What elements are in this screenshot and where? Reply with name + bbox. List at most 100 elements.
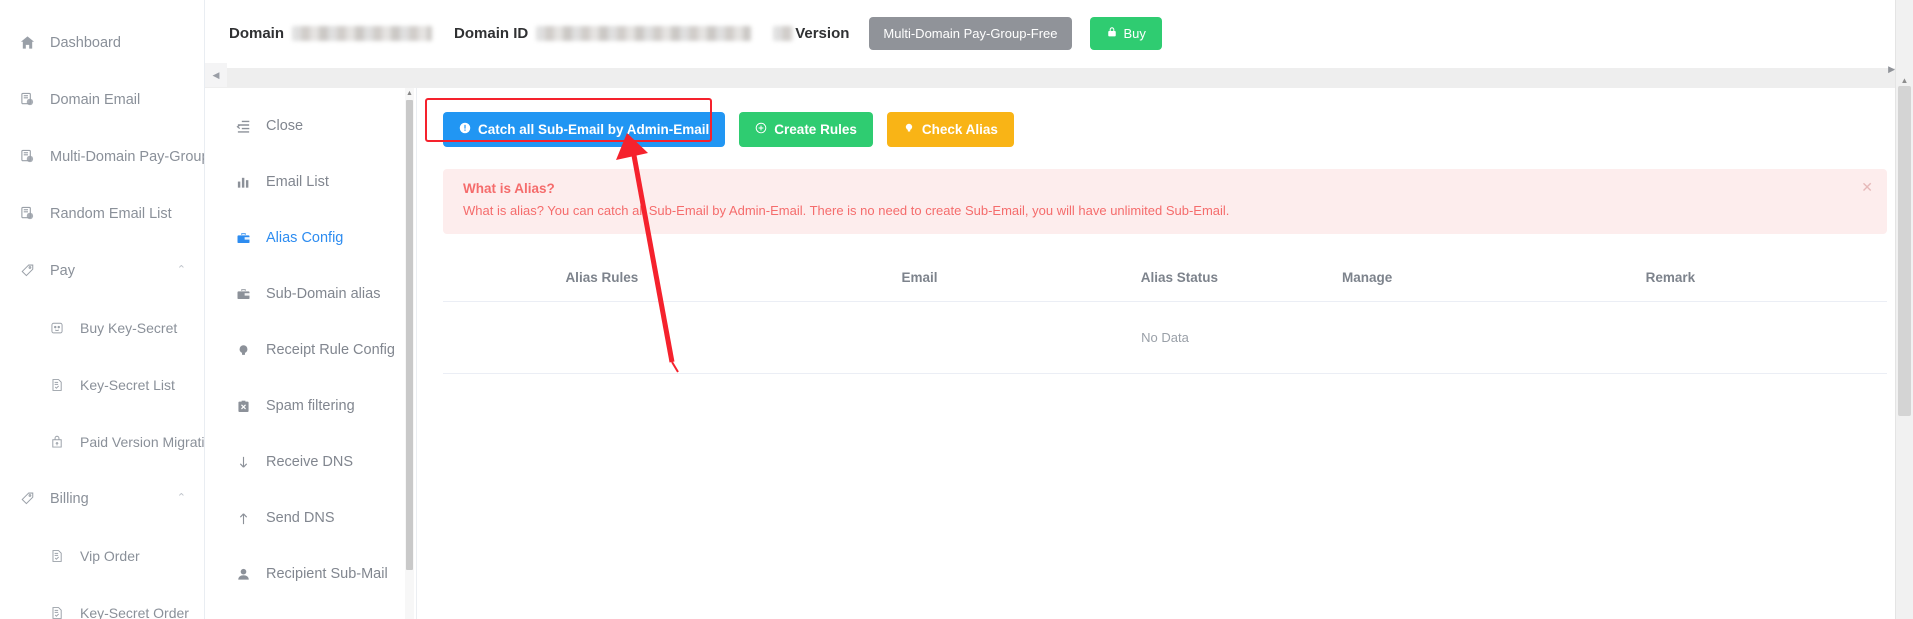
sidebar-item-multi-domain-pay-group[interactable]: Multi-Domain Pay-Group xyxy=(0,128,204,185)
submenu-item-sub-domain-alias[interactable]: Sub-Domain alias xyxy=(205,266,416,322)
lock-icon xyxy=(1106,26,1118,41)
document-check-icon xyxy=(46,378,68,392)
catch-all-sub-email-button[interactable]: Catch all Sub-Email by Admin-Email xyxy=(443,112,726,147)
no-data-text: No Data xyxy=(443,301,1887,374)
submenu-item-label: Receipt Rule Config xyxy=(266,342,395,358)
document-check-icon xyxy=(46,549,68,563)
table-body: No Data xyxy=(443,301,1887,374)
sidebar-item-label: Domain Email xyxy=(50,91,141,108)
buy-button[interactable]: Buy xyxy=(1089,17,1162,50)
document-check-icon xyxy=(46,606,68,619)
secondary-sidebar: Close Email List Alias Config Sub-Domain… xyxy=(205,88,417,619)
sidebar-item-label: Paid Version Migration xyxy=(80,433,205,450)
sidebar-item-label: Key-Secret List xyxy=(80,376,175,393)
app-root: Dashboard Domain Email Multi-Domain Pay-… xyxy=(0,0,1913,619)
submenu-item-label: Receive DNS xyxy=(266,454,354,470)
arrow-up-icon xyxy=(233,511,253,526)
submenu-item-label: Spam filtering xyxy=(266,398,355,414)
catch-all-sub-email-label: Catch all Sub-Email by Admin-Email xyxy=(478,121,710,137)
domain-email-icon xyxy=(16,92,38,107)
table-header-row: Alias Rules Email Alias Status Manage Re… xyxy=(443,259,1887,302)
sidebar-item-vip-order[interactable]: Vip Order xyxy=(0,527,204,584)
sidebar-item-label: Buy Key-Secret xyxy=(80,319,178,336)
submenu-item-label: Recipient Sub-Mail xyxy=(266,566,388,582)
sidebar-item-key-secret-order[interactable]: Key-Secret Order xyxy=(0,584,204,619)
sidebar-group-pay[interactable]: Pay ⌃ xyxy=(0,242,204,299)
alias-table: Alias Rules Email Alias Status Manage Re… xyxy=(443,259,1887,374)
domain-label: Domain xyxy=(229,25,285,42)
right-pane: Domain Domain ID Version Multi-Domain Pa… xyxy=(205,0,1913,619)
page-scrollbar[interactable]: ▲ xyxy=(1895,0,1913,619)
column-header-alias-rules: Alias Rules xyxy=(443,259,761,302)
submenu-item-email-list[interactable]: Email List xyxy=(205,154,416,210)
tag-icon xyxy=(16,263,38,278)
sidebar-item-label: Billing xyxy=(50,490,89,507)
sidebar-item-dashboard[interactable]: Dashboard xyxy=(0,14,204,71)
exclamation-circle-icon xyxy=(459,122,471,137)
domain-value-redacted xyxy=(292,26,433,41)
submenu-item-alias-config[interactable]: Alias Config xyxy=(205,210,416,266)
submenu-item-label: Send DNS xyxy=(266,510,335,526)
submenu-item-label: Email List xyxy=(266,174,329,190)
check-alias-label: Check Alias xyxy=(921,121,998,137)
column-header-manage: Manage xyxy=(1280,259,1454,302)
column-header-remark: Remark xyxy=(1453,259,1887,302)
submenu-item-send-dns[interactable]: Send DNS xyxy=(205,490,416,546)
sidebar-item-random-email-list[interactable]: Random Email List xyxy=(0,185,204,242)
bag-upload-icon xyxy=(46,435,68,449)
scroll-up-icon[interactable]: ▲ xyxy=(1896,76,1913,85)
alert-title: What is Alias? xyxy=(463,180,555,196)
version-label-redacted xyxy=(773,26,794,41)
sidebar-item-buy-key-secret[interactable]: Buy Key-Secret xyxy=(0,299,204,356)
bulb-icon xyxy=(903,122,915,137)
chevron-up-icon: ⌃ xyxy=(176,492,186,504)
sidebar-group-billing[interactable]: Billing ⌃ xyxy=(0,470,204,527)
topbar: Domain Domain ID Version Multi-Domain Pa… xyxy=(205,0,1913,68)
header-divider-strip xyxy=(205,68,1913,88)
user-icon xyxy=(233,567,253,582)
submenu-item-receive-dns[interactable]: Receive DNS xyxy=(205,434,416,490)
scroll-up-icon[interactable]: ▲ xyxy=(405,90,414,98)
chevron-up-icon: ⌃ xyxy=(176,264,186,276)
submenu-item-recipient-sub-mail[interactable]: Recipient Sub-Mail xyxy=(205,546,416,602)
what-is-alias-alert: What is Alias? What is alias? You can ca… xyxy=(443,168,1887,234)
domain-id-label: Domain ID xyxy=(454,25,529,42)
main-content: Catch all Sub-Email by Admin-Email Creat… xyxy=(417,88,1913,619)
submenu-item-label: Alias Config xyxy=(266,230,344,246)
sidebar-item-label: Vip Order xyxy=(80,547,140,564)
submenu-item-receipt-rule-config[interactable]: Receipt Rule Config xyxy=(205,322,416,378)
collapse-left-icon: ◀ xyxy=(212,69,220,80)
column-header-email: Email xyxy=(760,259,1079,302)
action-toolbar: Catch all Sub-Email by Admin-Email Creat… xyxy=(443,112,1887,147)
check-alias-button[interactable]: Check Alias xyxy=(886,112,1014,147)
briefcase-icon xyxy=(233,287,253,302)
primary-sidebar: Dashboard Domain Email Multi-Domain Pay-… xyxy=(0,0,205,619)
version-badge: Multi-Domain Pay-Group-Free xyxy=(869,17,1072,50)
bar-chart-icon xyxy=(233,175,253,190)
domain-email-icon xyxy=(16,206,38,221)
briefcase-icon xyxy=(233,231,253,246)
domain-email-icon xyxy=(16,149,38,164)
page-scrollbar-thumb[interactable] xyxy=(1898,86,1911,416)
sidebar-item-domain-email[interactable]: Domain Email xyxy=(0,71,204,128)
sidebar-item-label: Multi-Domain Pay-Group xyxy=(50,148,205,165)
sidebar-collapse-handle[interactable]: ◀ xyxy=(205,63,227,87)
arrow-down-icon xyxy=(233,455,253,470)
sidebar-item-label: Random Email List xyxy=(50,205,172,222)
scrollbar-thumb[interactable] xyxy=(406,100,413,570)
close-icon[interactable]: ✕ xyxy=(1861,180,1873,194)
column-header-alias-status: Alias Status xyxy=(1078,259,1281,302)
submenu-item-spam-filtering[interactable]: Spam filtering xyxy=(205,378,416,434)
create-rules-button[interactable]: Create Rules xyxy=(739,112,873,147)
tag-icon xyxy=(16,491,38,506)
sidebar-item-paid-version-migration[interactable]: Paid Version Migration xyxy=(0,413,204,470)
table-row-empty: No Data xyxy=(443,301,1887,374)
alert-description: What is alias? You can catch all Sub-Ema… xyxy=(463,202,1230,218)
collapse-menu-icon xyxy=(233,119,253,134)
sidebar-item-key-secret-list[interactable]: Key-Secret List xyxy=(0,356,204,413)
version-label: Version xyxy=(795,25,850,42)
pane-collapse-arrow[interactable]: ▶ xyxy=(1888,64,1895,75)
clipboard-x-icon xyxy=(233,399,253,414)
submenu-item-close[interactable]: Close xyxy=(205,98,416,154)
secondary-sidebar-scrollbar[interactable]: ▲ xyxy=(405,88,414,619)
